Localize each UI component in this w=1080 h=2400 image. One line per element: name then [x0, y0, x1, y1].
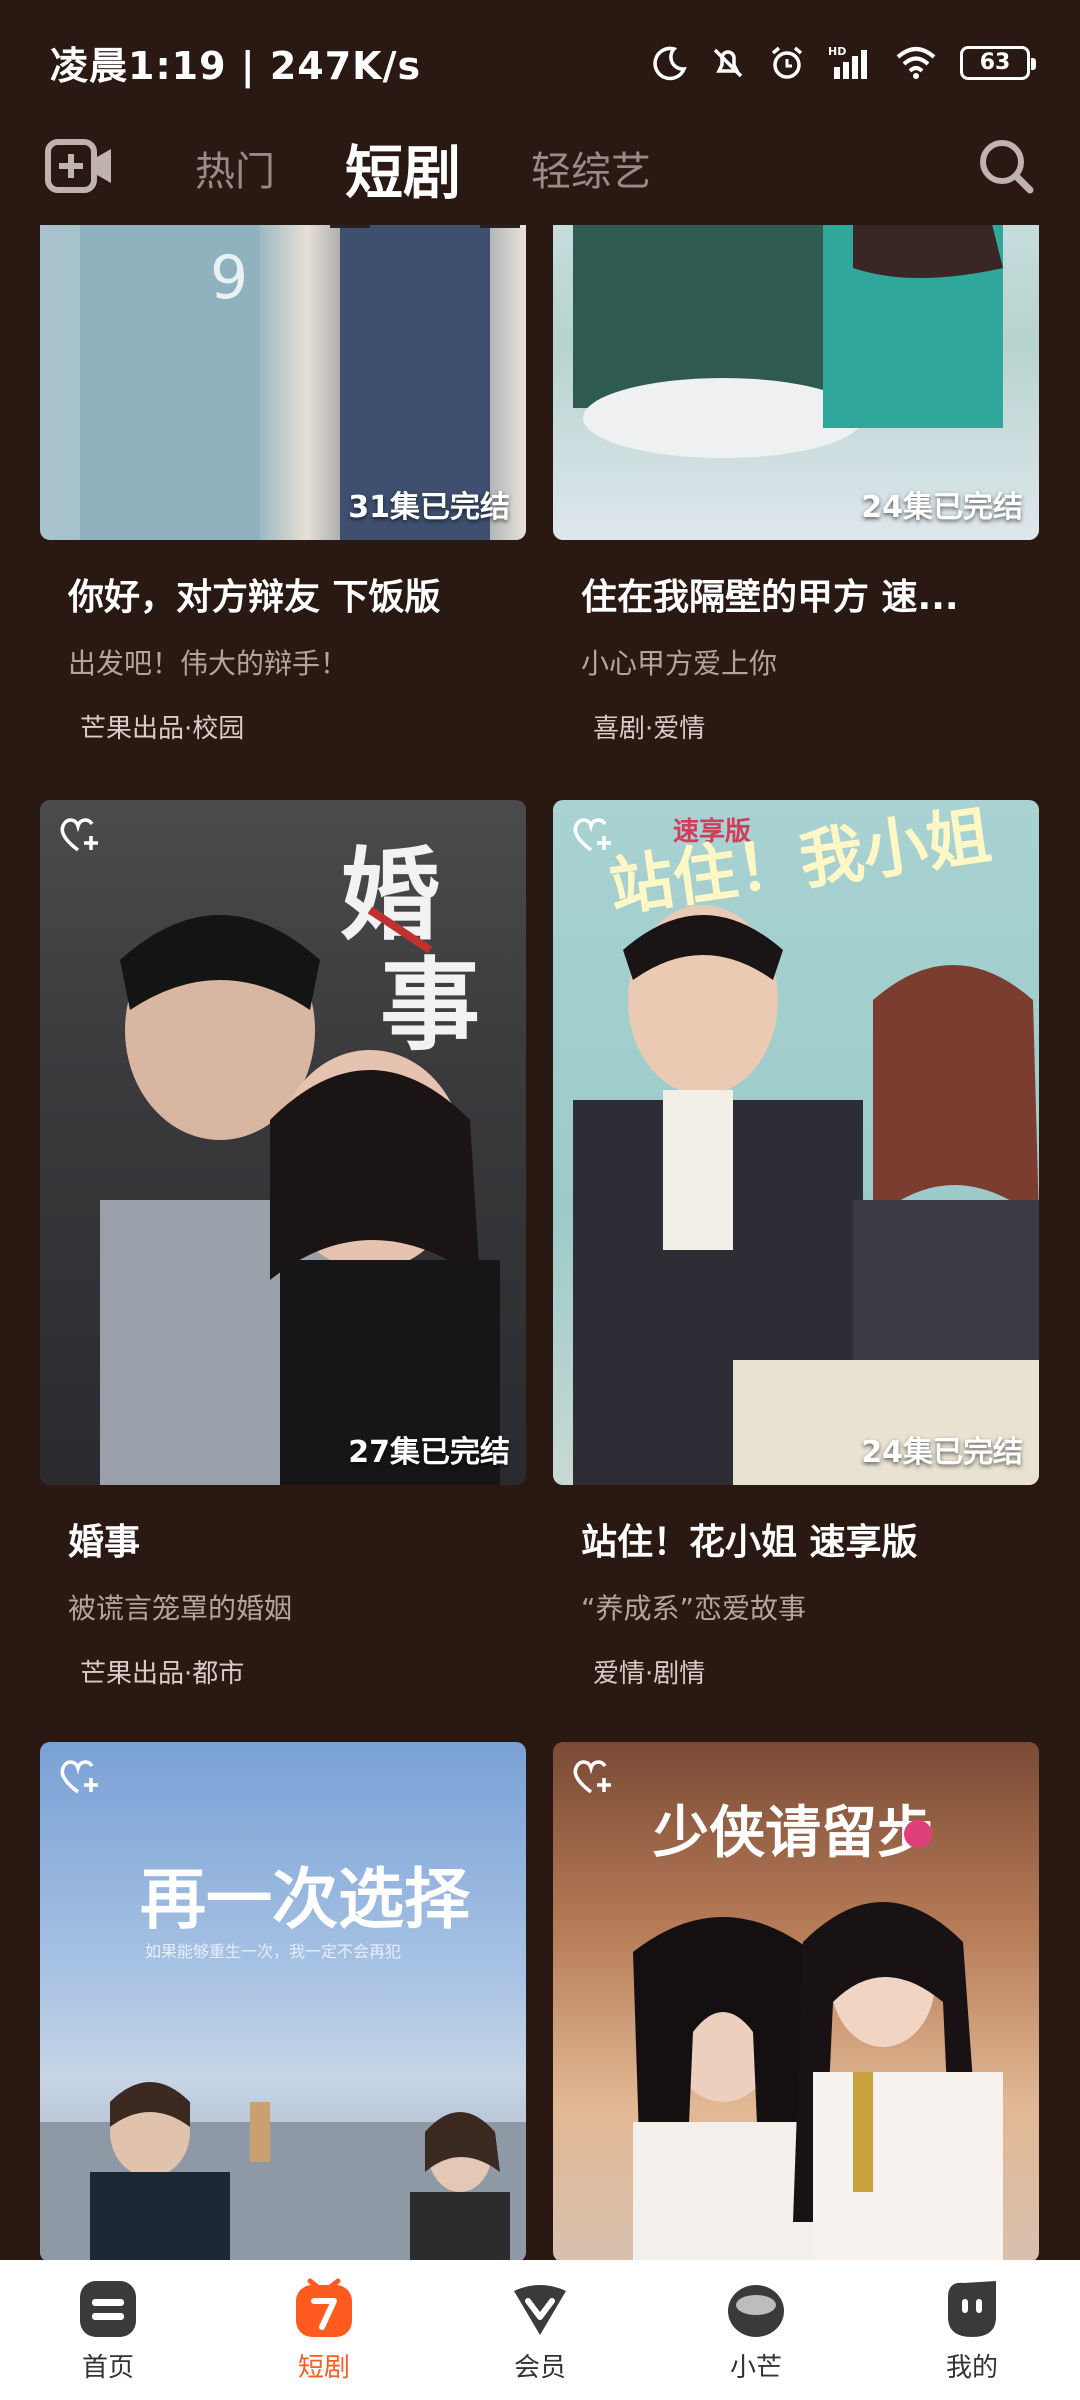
tab-hot[interactable]: 热门 [195, 139, 275, 197]
card-subtitle: 被谎言笼罩的婚姻 [68, 1592, 293, 1625]
favorite-add-icon[interactable] [58, 816, 102, 860]
bell-off-icon [713, 48, 743, 77]
wifi-icon [896, 46, 936, 79]
poster-art: 婚 事 [100, 836, 500, 1485]
drama-card[interactable]: 再一次选择 如果能够重生一次，我一定不会再犯 [40, 1742, 526, 2262]
video-upload-icon[interactable] [45, 137, 115, 199]
svg-text:站住！我小姐: 站住！我小姐 [605, 800, 996, 926]
battery-icon: 63 [960, 45, 1036, 80]
favorite-add-icon[interactable] [571, 1758, 615, 1802]
drama-card[interactable]: 少侠请留步 [553, 1742, 1039, 2262]
top-nav: 热门 短剧 轻综艺 [0, 110, 1080, 225]
bottom-nav: 首页 短剧 会员 小芒 我的 [0, 2260, 1080, 2400]
episode-badge: 31集已完结 [348, 490, 510, 525]
card-subtitle: 出发吧！伟大的辩手！ [68, 647, 349, 680]
poster-title-text: 再一次选择 [140, 1860, 471, 1938]
bottom-nav-label: 会员 [513, 2352, 566, 2383]
status-bar: 凌晨1:19 | 247K/s HD 63 [0, 0, 1080, 125]
svg-text:9: 9 [210, 243, 248, 313]
poster-art: 再一次选择 如果能够重生一次，我一定不会再犯 [40, 1860, 526, 2262]
favorite-add-icon[interactable] [58, 1758, 102, 1802]
poster-image[interactable]: 再一次选择 如果能够重生一次，我一定不会再犯 [40, 1742, 526, 2262]
drama-card[interactable]: 速享版 站住！我小姐 24集已完结 站住！花小姐 速享版 “养成系”恋爱故事 爱… [553, 800, 1039, 1690]
home-icon [80, 2280, 136, 2337]
status-icons: HD 63 [652, 44, 1036, 82]
card-title[interactable]: 婚事 [68, 1513, 518, 1565]
profile-icon [948, 2280, 996, 2337]
svg-text:HD: HD [828, 45, 846, 58]
xiaomang-icon [728, 2284, 784, 2337]
screen: 9 31集已完结 你好，对方辩友 下饭版 出发吧！伟大的辩手！ 芒果出品·校园 [0, 0, 1080, 2400]
episode-badge: 24集已完结 [861, 490, 1023, 525]
card-subtitle: “养成系”恋爱故事 [581, 1592, 807, 1625]
bottom-nav-vip[interactable]: 会员 [450, 2277, 630, 2384]
svg-text:事: 事 [380, 946, 480, 1064]
status-time-speed: 凌晨1:19 | 247K/s [50, 44, 422, 88]
drama-card[interactable]: 婚 事 27集已完结 婚事 被谎言笼罩的婚姻 芒果出品·都市 [40, 800, 526, 1690]
card-tags: 爱情·剧情 [593, 1659, 706, 1689]
poster-image[interactable]: 少侠请留步 [553, 1742, 1039, 2262]
bottom-nav-label: 小芒 [729, 2352, 782, 2383]
poster-tagline: 如果能够重生一次，我一定不会再犯 [145, 1942, 401, 1961]
bottom-nav-xiaomang[interactable]: 小芒 [666, 2277, 846, 2384]
signal-icon: HD [828, 45, 867, 79]
vip-icon [514, 2284, 566, 2335]
poster-title-text: 少侠请留步 [653, 1800, 933, 1866]
favorite-add-icon[interactable] [571, 816, 615, 860]
card-title[interactable]: 站住！花小姐 速享版 [581, 1513, 1031, 1565]
poster-art: 速享版 站住！我小姐 [573, 800, 1039, 1485]
drama-card[interactable]: 24集已完结 住在我隔壁的甲方 速... 小心甲方爱上你 喜剧·爱情 [553, 148, 1039, 745]
card-tags: 芒果出品·校园 [80, 714, 245, 744]
bottom-nav-label: 首页 [81, 2352, 134, 2383]
card-subtitle: 小心甲方爱上你 [581, 647, 778, 680]
svg-text:婚: 婚 [340, 836, 440, 954]
search-icon[interactable] [977, 137, 1035, 199]
poster-art: 少侠请留步 [633, 1800, 1003, 2262]
drama-card[interactable]: 9 31集已完结 你好，对方辩友 下饭版 出发吧！伟大的辩手！ 芒果出品·校园 [40, 148, 526, 745]
alarm-icon [771, 46, 803, 79]
bottom-nav-home[interactable]: 首页 [18, 2277, 198, 2384]
poster-image[interactable]: 速享版 站住！我小姐 24集已完结 [553, 800, 1039, 1485]
card-tags: 喜剧·爱情 [593, 714, 706, 744]
poster-image[interactable]: 婚 事 27集已完结 [40, 800, 526, 1485]
bottom-nav-profile[interactable]: 我的 [882, 2277, 1062, 2384]
card-title[interactable]: 住在我隔壁的甲方 速... [581, 568, 1031, 620]
bottom-nav-label: 我的 [945, 2352, 998, 2383]
bottom-nav-label: 短剧 [297, 2352, 350, 2383]
short-drama-icon [296, 2278, 352, 2337]
bottom-nav-short-drama[interactable]: 短剧 [234, 2277, 414, 2384]
tab-short-drama[interactable]: 短剧 [345, 126, 461, 210]
episode-badge: 27集已完结 [348, 1435, 510, 1470]
moon-icon [653, 46, 687, 80]
card-title[interactable]: 你好，对方辩友 下饭版 [68, 568, 518, 620]
episode-badge: 24集已完结 [861, 1435, 1023, 1470]
nav-tabs: 热门 短剧 轻综艺 [195, 126, 651, 210]
card-tags: 芒果出品·都市 [80, 1659, 245, 1689]
tab-light-variety[interactable]: 轻综艺 [531, 139, 651, 197]
